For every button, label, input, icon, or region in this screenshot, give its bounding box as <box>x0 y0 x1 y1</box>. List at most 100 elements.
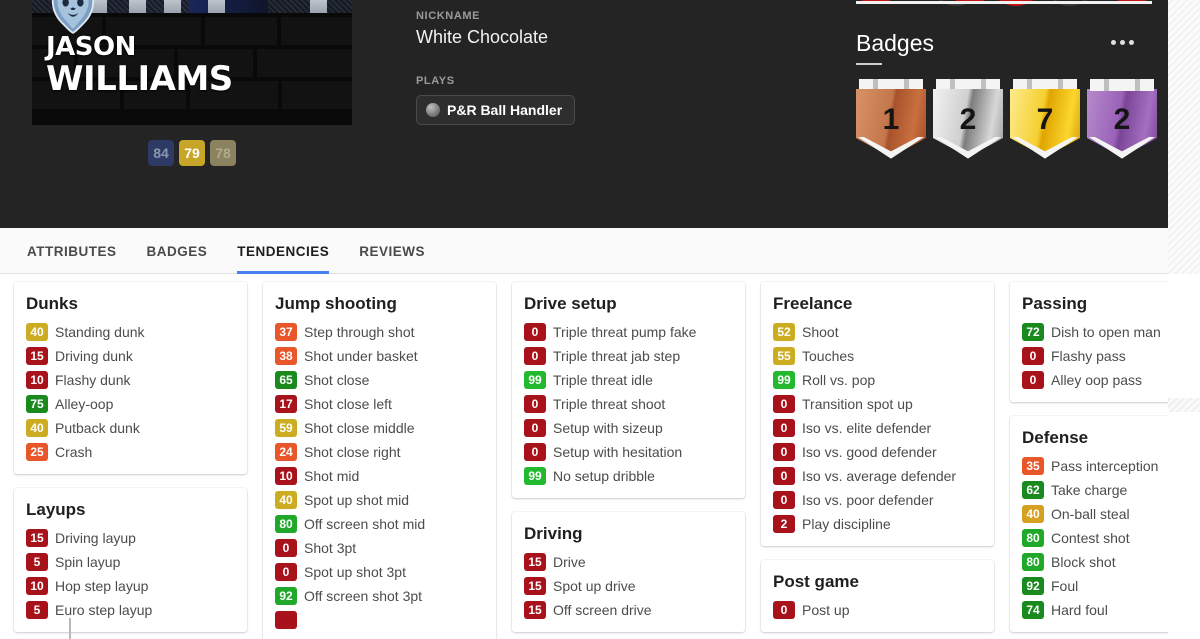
tendency-row-label: Spin layup <box>55 554 121 570</box>
tendency-row: 40 Putback dunk <box>26 416 235 440</box>
badge-shield-gold[interactable]: 7 <box>1010 79 1080 174</box>
tendency-row-label: Roll vs. pop <box>802 372 876 388</box>
tendency-row-label: Flashy dunk <box>55 372 131 388</box>
rating-pill-1[interactable]: 84 <box>148 140 174 166</box>
nickname-label: NICKNAME <box>416 10 481 22</box>
tendencies-board: Dunks 40 Standing dunk 15 Driving dunk 10 Flas… <box>0 274 1200 639</box>
ellipsis-icon[interactable] <box>1111 40 1134 45</box>
tab-tendencies[interactable]: TENDENCIES <box>237 228 330 274</box>
tab-attributes[interactable]: ATTRIBUTES <box>27 228 117 274</box>
tendency-row: 40 On-ball steal <box>1022 502 1188 526</box>
tendency-value-badge: 74 <box>1022 601 1044 619</box>
tendency-value-badge: 37 <box>275 323 297 341</box>
tendency-row-label: Setup with hesitation <box>553 444 683 460</box>
tendency-row: 5 Euro step layup <box>26 598 235 622</box>
silver-ball-icon <box>426 103 440 117</box>
tendency-value-badge: 10 <box>26 577 48 595</box>
tendency-row-label: Contest shot <box>1051 530 1130 546</box>
tendency-row: 0 Shot 3pt <box>275 536 484 560</box>
tendency-value-badge: 72 <box>1022 323 1044 341</box>
tendency-value-badge: 75 <box>26 395 48 413</box>
play-badge-pill[interactable]: P&R Ball Handler <box>416 95 576 125</box>
tendency-row-label: Shot close <box>304 372 370 388</box>
player-hero: JASON WILLIAMS 84 79 78 NICKNAME White C… <box>0 0 1168 228</box>
tendency-column: Drive setup 0 Triple threat pump fake 0 Trip… <box>504 282 753 639</box>
tendency-row-label: Touches <box>802 348 855 364</box>
tendency-value-badge: 15 <box>524 577 546 595</box>
tendency-value-badge: 80 <box>1022 553 1044 571</box>
tendency-card-title: Freelance <box>773 294 853 313</box>
tendency-value-badge: 15 <box>524 601 546 619</box>
badge-shield-hof[interactable]: 2 <box>1087 79 1157 174</box>
tendency-row: 10 Shot mid <box>275 464 484 488</box>
tendency-row-label: Driving layup <box>55 530 136 546</box>
tendency-value-badge: 65 <box>275 371 297 389</box>
tendency-value-badge: 0 <box>773 419 795 437</box>
grizzlies-bear-logo-icon <box>51 0 95 34</box>
tendency-row: 0 Post up <box>773 598 982 622</box>
tendency-row: 92 Foul <box>1022 574 1188 598</box>
tendency-value-badge: 0 <box>773 443 795 461</box>
tendency-row: 55 Touches <box>773 344 982 368</box>
badge-shield-silver[interactable]: 2 <box>933 79 1003 174</box>
tendency-row: 0 Spot up shot 3pt <box>275 560 484 584</box>
tendency-row: 24 Shot close right <box>275 440 484 464</box>
tendency-value-badge: 0 <box>524 419 546 437</box>
tendency-row: 99 No setup dribble <box>524 464 733 488</box>
tendency-row-label: Pass interception <box>1051 458 1159 474</box>
tendency-value-badge: 0 <box>524 323 546 341</box>
tendency-row: 0 Setup with hesitation <box>524 440 733 464</box>
tendency-value-badge: 0 <box>524 347 546 365</box>
tendency-row: 80 Off screen shot mid <box>275 512 484 536</box>
tendency-value-badge: 15 <box>26 347 48 365</box>
tendency-value-badge: 40 <box>1022 505 1044 523</box>
tendency-row-label: Shot 3pt <box>304 540 357 556</box>
tendency-row: 99 Triple threat idle <box>524 368 733 392</box>
tendency-row: 0 Iso vs. poor defender <box>773 488 982 512</box>
rating-pill-2[interactable]: 79 <box>179 140 205 166</box>
tendency-row-label: Hop step layup <box>55 578 149 594</box>
tendency-value-badge: 62 <box>1022 481 1044 499</box>
player-info-column: NICKNAME White Chocolate PLAYS P&R Ball … <box>416 10 796 125</box>
tendency-value-badge: 0 <box>773 601 795 619</box>
tab-badges[interactable]: BADGES <box>147 228 208 274</box>
tendency-row-label: Hard foul <box>1051 602 1108 618</box>
tendency-card-title: Jump shooting <box>275 294 397 313</box>
badge-count-bronze: 1 <box>882 103 900 136</box>
player-last-name: WILLIAMS <box>46 59 233 99</box>
tab-reviews[interactable]: REVIEWS <box>359 228 425 274</box>
tendency-value-badge: 2 <box>773 515 795 533</box>
tendency-row: 92 Off screen shot 3pt <box>275 584 484 608</box>
tendency-value-badge: 0 <box>773 395 795 413</box>
tendency-value-badge: 0 <box>1022 371 1044 389</box>
badge-shield-bronze[interactable]: 1 <box>856 79 926 174</box>
tendency-card-title: Passing <box>1022 294 1088 313</box>
text-cursor-artifact <box>69 618 71 639</box>
page-gutter-band <box>1168 398 1200 412</box>
tendency-value-badge: 15 <box>524 553 546 571</box>
tendency-row-label: Spot up shot mid <box>304 492 410 508</box>
tendency-card: Jump shooting 37 Step through shot 38 Shot u… <box>263 282 496 639</box>
tendency-row-label: Triple threat pump fake <box>553 324 697 340</box>
tendency-row: 5 Spin layup <box>26 550 235 574</box>
tendency-row-label: Flashy pass <box>1051 348 1126 364</box>
tendency-row-label: Shoot <box>802 324 839 340</box>
tendency-row: 40 Spot up shot mid <box>275 488 484 512</box>
rating-pill-3[interactable]: 78 <box>210 140 236 166</box>
tendency-row-label: Block shot <box>1051 554 1116 570</box>
tab-bar: ATTRIBUTES BADGES TENDENCIES REVIEWS <box>0 228 1168 274</box>
tendency-row-label: Drive <box>553 554 586 570</box>
tendency-value-badge: 5 <box>26 553 48 571</box>
tendency-row: 37 Step through shot <box>275 320 484 344</box>
tendency-row-label: Dish to open man <box>1051 324 1161 340</box>
tendency-row-label: Alley oop pass <box>1051 372 1143 388</box>
tendency-card: Driving 15 Drive 15 Spot up drive 15 Off scree… <box>512 512 745 632</box>
tendency-value-badge: 0 <box>524 395 546 413</box>
tendency-value-badge: 0 <box>773 467 795 485</box>
play-badge-label: P&R Ball Handler <box>447 102 563 118</box>
tendency-row: 0 Iso vs. elite defender <box>773 416 982 440</box>
player-first-name: JASON <box>46 32 136 62</box>
tendency-row: 65 Shot close <box>275 368 484 392</box>
tendency-row-label: Triple threat jab step <box>553 348 681 364</box>
tendency-row-label: Euro step layup <box>55 602 153 618</box>
